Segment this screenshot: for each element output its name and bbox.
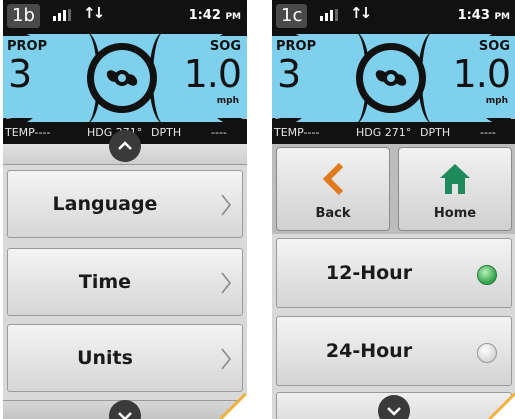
- propeller-button[interactable]: [87, 43, 157, 113]
- menu-item-label: Time: [78, 271, 132, 293]
- sog-value: 1.0: [183, 52, 242, 96]
- option-label: 24-Hour: [325, 340, 413, 362]
- depth-readout: ----: [211, 126, 227, 139]
- data-transfer-icon: ↑↓: [83, 4, 105, 22]
- gauge-panel: PROP 3 SOG 1.0 mph: [3, 28, 247, 128]
- home-label: Home: [433, 206, 477, 221]
- menu-item-label: Units: [77, 347, 133, 369]
- scroll-down-button[interactable]: [378, 395, 410, 419]
- radio-unselected-icon[interactable]: [477, 343, 497, 363]
- clock: 1:42 PM: [189, 8, 241, 23]
- clock: 1:43 PM: [458, 8, 510, 23]
- radio-selected-icon[interactable]: [477, 265, 497, 285]
- depth-readout: ----: [480, 126, 496, 139]
- chevron-right-icon: [221, 348, 232, 370]
- depth-label: DPTH: [151, 126, 182, 139]
- option-24-hour[interactable]: 24-Hour: [276, 316, 512, 386]
- status-bar: 1c ↑↓ 1:43 PM: [272, 0, 515, 34]
- sog-value: 1.0: [452, 52, 511, 96]
- prop-value: 3: [8, 52, 33, 96]
- heading-readout: HDG 271°: [356, 126, 412, 139]
- clock-ampm: PM: [225, 12, 241, 22]
- info-row: TEMP---- HDG 271° DPTH ----: [272, 122, 515, 144]
- scroll-down-button[interactable]: [109, 400, 141, 419]
- clock-time: 1:42: [188, 8, 221, 23]
- signal-strength-icon: [320, 9, 338, 21]
- status-bar: 1b ↑↓ 1:42 PM: [3, 0, 247, 34]
- scroll-up-button[interactable]: [109, 130, 141, 162]
- clock-ampm: PM: [494, 12, 510, 22]
- back-button[interactable]: Back: [276, 147, 390, 231]
- device-screen-1c: 1c ↑↓ 1:43 PM PROP 3 SOG 1.0 mph TEMP---…: [272, 0, 515, 419]
- option-12-hour[interactable]: 12-Hour: [276, 238, 512, 308]
- clock-time: 1:43: [457, 8, 490, 23]
- scroll-down-bar: [276, 392, 512, 419]
- temp-readout: TEMP----: [274, 126, 320, 139]
- menu-item-language[interactable]: Language: [7, 170, 243, 238]
- scroll-up-bar: [3, 130, 247, 165]
- signal-strength-icon: [53, 9, 71, 21]
- screen-badge: 1c: [276, 4, 308, 28]
- propeller-icon: [363, 50, 419, 106]
- home-button[interactable]: Home: [398, 147, 512, 231]
- scroll-down-bar: [3, 400, 247, 419]
- nav-bar: Back Home: [272, 144, 515, 234]
- back-arrow-icon: [277, 162, 389, 196]
- sog-unit: mph: [485, 96, 508, 106]
- home-icon: [399, 162, 511, 196]
- gauge-panel: PROP 3 SOG 1.0 mph: [272, 28, 515, 128]
- temp-readout: TEMP----: [5, 126, 51, 139]
- sog-unit: mph: [216, 96, 239, 106]
- chevron-down-icon: [387, 407, 401, 416]
- option-label: 12-Hour: [325, 262, 413, 284]
- chevron-up-icon: [118, 141, 132, 150]
- propeller-button[interactable]: [356, 43, 426, 113]
- depth-label: DPTH: [420, 126, 451, 139]
- chevron-down-icon: [118, 412, 132, 419]
- chevron-right-icon: [221, 194, 232, 216]
- menu-item-units[interactable]: Units: [7, 324, 243, 392]
- menu-item-label: Language: [52, 193, 158, 215]
- back-label: Back: [315, 206, 351, 221]
- device-screen-1b: 1b ↑↓ 1:42 PM PROP 3 SOG 1.0 mph TEMP---…: [3, 0, 247, 419]
- propeller-icon: [94, 50, 150, 106]
- data-transfer-icon: ↑↓: [350, 4, 372, 22]
- chevron-right-icon: [221, 272, 232, 294]
- menu-item-time[interactable]: Time: [7, 248, 243, 316]
- screen-badge: 1b: [7, 4, 40, 28]
- prop-value: 3: [277, 52, 302, 96]
